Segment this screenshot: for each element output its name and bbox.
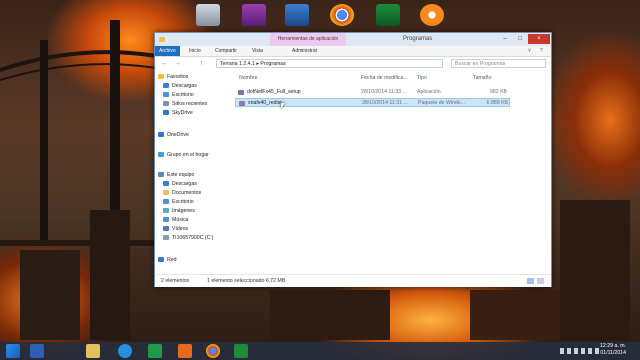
media-player-icon[interactable]	[178, 344, 192, 358]
chrome-icon[interactable]	[330, 4, 354, 26]
downloads-icon	[163, 181, 169, 187]
file-size: 982 KB	[489, 89, 507, 95]
word-icon[interactable]	[30, 344, 44, 358]
clock-time: 12:29 a. m.	[600, 343, 626, 349]
forward-icon[interactable]: →	[173, 59, 182, 68]
tab-archivo[interactable]: Archivo	[155, 46, 180, 56]
sidebar-favoritos[interactable]: Favoritos	[158, 73, 188, 81]
sidebar-item-documentos[interactable]: Documentos	[163, 189, 201, 197]
system-tray-icons[interactable]	[560, 348, 600, 354]
file-explorer-icon[interactable]	[86, 344, 100, 358]
mouse-cursor-icon	[281, 103, 285, 109]
tab-vista[interactable]: Vista	[252, 46, 263, 56]
address-bar-row: ← → ↑ Terraria 1.2.4.1 ▸ Programas Busca…	[155, 57, 551, 71]
sidebar-item-videos[interactable]: Vídeos	[163, 225, 188, 233]
context-tab[interactable]: Herramientas de aplicación	[270, 33, 346, 46]
sidebar-item-escritorio-2[interactable]: Escritorio	[163, 198, 194, 206]
sidebar-item-musica[interactable]: Música	[163, 216, 188, 224]
back-icon[interactable]: ←	[160, 59, 169, 68]
store-icon[interactable]	[148, 344, 162, 358]
table-row[interactable]: dotNetFx45_Full_setup 28/10/2014 11:33 .…	[235, 88, 510, 97]
ribbon-tabs: Archivo Inicio Compartir Vista Administr…	[155, 46, 551, 57]
videos-icon	[163, 226, 169, 232]
table-row[interactable]: xnafx40_redist 28/10/2014 11:31 ... Paqu…	[235, 98, 510, 107]
documents-icon	[163, 190, 169, 196]
sidebar-item-disco-c[interactable]: TI10657900C (C:)	[163, 234, 214, 242]
details-view-icon[interactable]	[527, 278, 534, 284]
installer-package-icon	[239, 101, 245, 106]
remote-desktop-icon[interactable]	[285, 4, 309, 26]
sidebar-item-escritorio[interactable]: Escritorio	[163, 91, 194, 99]
computer-icon	[158, 172, 164, 178]
explorer-window: Herramientas de aplicación Programas – □…	[154, 32, 552, 287]
sidebar-este-equipo[interactable]: Este equipo	[158, 171, 194, 179]
file-size: 6.889 KB	[486, 100, 508, 106]
folder-icon	[159, 37, 165, 42]
navigation-pane: Favoritos Descargas Escritorio Sitios re…	[155, 73, 230, 273]
sidebar-item-descargas-2[interactable]: Descargas	[163, 180, 197, 188]
file-name: xnafx40_redist	[248, 100, 282, 106]
search-input[interactable]: Buscar en Programas	[451, 59, 546, 68]
sidebar-red[interactable]: Red	[158, 256, 177, 264]
file-date: 28/10/2014 11:31 ...	[362, 100, 408, 106]
network-icon	[158, 257, 164, 263]
file-type: Paquete de Windo...	[418, 100, 466, 106]
address-input[interactable]: Terraria 1.2.4.1 ▸ Programas	[216, 59, 443, 68]
sidebar-onedrive[interactable]: OneDrive	[158, 131, 189, 139]
tab-administrar[interactable]: Administrar	[292, 46, 317, 56]
taskbar: 12:29 a. m. 01/11/2014	[0, 342, 640, 360]
selection-status: 1 elemento seleccionado 6.72 MB	[207, 278, 286, 284]
downloads-icon	[163, 83, 169, 89]
breadcrumb-terraria[interactable]: Terraria 1.2.4.1	[220, 61, 255, 67]
minimize-icon[interactable]: –	[498, 34, 512, 44]
pictures-icon	[163, 208, 169, 214]
avast-icon[interactable]	[420, 4, 444, 26]
homegroup-icon	[158, 152, 164, 158]
clock-date: 01/11/2014	[600, 350, 626, 356]
file-name: dotNetFx45_Full_setup	[247, 89, 301, 95]
status-bar: 2 elementos 1 elemento seleccionado 6.72…	[155, 274, 551, 287]
camtasia-icon[interactable]	[234, 344, 248, 358]
column-nombre[interactable]: Nombre	[239, 73, 257, 83]
column-tipo[interactable]: Tipo	[417, 73, 427, 83]
desktop-icon	[163, 199, 169, 205]
internet-explorer-icon[interactable]	[118, 344, 132, 358]
close-icon[interactable]: ×	[528, 34, 550, 44]
sidebar-item-imagenes[interactable]: Imágenes	[163, 207, 195, 215]
file-type: Aplicación	[417, 89, 441, 95]
sidebar-item-sitios-recientes[interactable]: Sitios recientes	[163, 100, 207, 108]
column-fecha[interactable]: Fecha de modifica...	[361, 73, 408, 83]
cloud-icon	[158, 132, 164, 138]
drive-icon	[163, 235, 169, 241]
tab-inicio[interactable]: Inicio	[189, 46, 201, 56]
file-list: Nombre Fecha de modifica... Tipo Tamaño …	[235, 73, 549, 273]
ribbon-expand-icon[interactable]: ˅	[528, 46, 531, 56]
item-count: 2 elementos	[161, 278, 190, 284]
application-icon	[238, 90, 244, 95]
system-clock[interactable]: 12:29 a. m. 01/11/2014	[600, 343, 626, 357]
recent-icon	[163, 101, 169, 107]
file-date: 28/10/2014 11:33 ...	[361, 89, 407, 95]
column-tamano[interactable]: Tamaño	[473, 73, 491, 83]
tab-compartir[interactable]: Compartir	[215, 46, 237, 56]
sidebar-item-descargas[interactable]: Descargas	[163, 82, 197, 90]
star-icon	[158, 74, 164, 80]
maximize-icon[interactable]: □	[513, 34, 527, 44]
window-title: Programas	[403, 36, 433, 42]
up-icon[interactable]: ↑	[197, 59, 206, 68]
help-icon[interactable]: ?	[540, 46, 543, 56]
start-button[interactable]	[6, 344, 20, 358]
camtasia-icon[interactable]	[376, 4, 400, 26]
sidebar-grupo-hogar[interactable]: Grupo en el hogar	[158, 151, 209, 159]
desktop-icon	[163, 92, 169, 98]
chrome-icon[interactable]	[206, 344, 220, 358]
recycle-bin-icon[interactable]	[196, 4, 220, 26]
title-bar: Herramientas de aplicación Programas – □…	[155, 33, 551, 46]
sidebar-item-skydrive[interactable]: SkyDrive	[163, 109, 193, 117]
cloud-icon	[163, 110, 169, 116]
winrar-icon[interactable]	[242, 4, 266, 26]
breadcrumb-programas[interactable]: Programas	[260, 61, 285, 67]
large-icons-view-icon[interactable]	[537, 278, 544, 284]
music-icon	[163, 217, 169, 223]
